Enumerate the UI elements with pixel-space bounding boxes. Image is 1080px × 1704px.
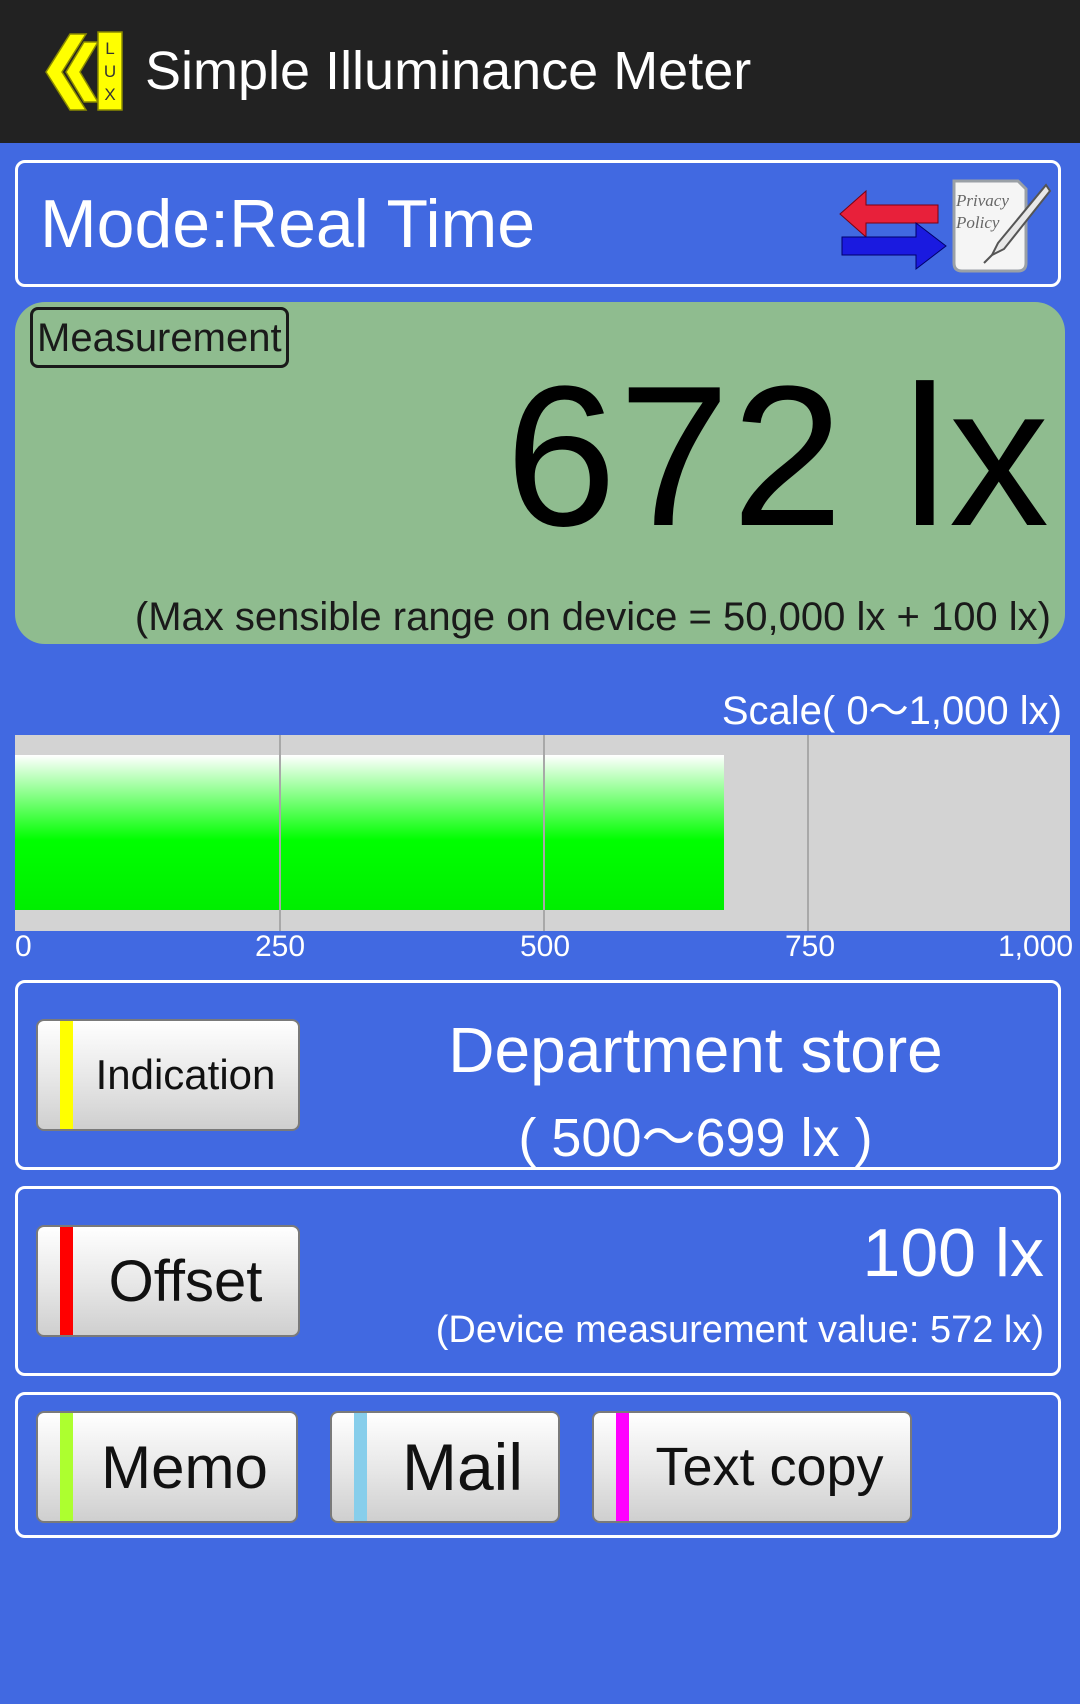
indication-category-range: ( 500〜699 lx )	[518, 1108, 873, 1168]
logo-letter-x: X	[104, 85, 115, 104]
logo-letter-l: L	[105, 39, 114, 58]
scale-tick-0: 0	[15, 930, 32, 963]
device-measurement-value: (Device measurement value: 572 lx)	[435, 1309, 1044, 1351]
indication-category: Department store	[448, 1014, 943, 1086]
mail-button-label: Mail	[401, 1430, 523, 1504]
mode-label: Mode:Real Time	[40, 186, 536, 262]
app-bar: L U X Simple Illuminance Meter	[0, 0, 1080, 143]
scale-gridline	[543, 735, 545, 931]
indication-button[interactable]: Indication	[36, 1019, 300, 1131]
scale-title: Scale( 0〜1,000 lx)	[721, 689, 1062, 733]
memo-stripe	[60, 1413, 73, 1521]
actions-panel: Memo Mail Text copy	[15, 1392, 1061, 1538]
text-copy-button[interactable]: Text copy	[592, 1411, 912, 1523]
scale-bar-track	[15, 735, 1070, 931]
offset-button[interactable]: Offset	[36, 1225, 300, 1337]
swap-arrows-icon[interactable]	[838, 183, 953, 273]
memo-button[interactable]: Memo	[36, 1411, 298, 1523]
privacy-text-line1: Privacy	[955, 191, 1009, 210]
indication-panel: Indication Department store ( 500〜699 lx…	[15, 980, 1061, 1170]
offset-stripe	[60, 1227, 73, 1335]
scale-gridline	[807, 735, 809, 931]
scale-tick-1000: 1,000	[998, 930, 1074, 963]
app-title: Simple Illuminance Meter	[145, 41, 752, 101]
indication-stripe	[60, 1021, 73, 1129]
logo-letter-u: U	[104, 62, 116, 81]
text-copy-stripe	[616, 1413, 629, 1521]
memo-button-label: Memo	[101, 1433, 268, 1501]
scale-tick-750: 750	[785, 930, 836, 963]
measurement-panel: Measurement 672 lx (Max sensible range o…	[15, 302, 1065, 644]
scale-tick-500: 500	[520, 930, 571, 963]
offset-value: 100 lx	[862, 1215, 1044, 1291]
mail-stripe	[354, 1413, 367, 1521]
mail-button[interactable]: Mail	[330, 1411, 560, 1523]
lux-logo-icon: L U X	[45, 31, 123, 111]
privacy-text-line2: Policy	[955, 213, 1000, 232]
max-range-note: (Max sensible range on device = 50,000 l…	[134, 595, 1051, 639]
measurement-value: 672 lx	[505, 345, 1051, 568]
measurement-label: Measurement	[30, 307, 289, 368]
scale-bar-fill	[15, 755, 724, 910]
text-copy-button-label: Text copy	[655, 1437, 884, 1497]
scale-gridline	[279, 735, 281, 931]
offset-panel: Offset 100 lx (Device measurement value:…	[15, 1186, 1061, 1376]
mode-panel: Mode:Real Time Privacy Policy	[15, 160, 1061, 287]
scale-tick-250: 250	[255, 930, 306, 963]
indication-button-label: Indication	[95, 1051, 276, 1098]
privacy-policy-icon[interactable]: Privacy Policy	[946, 173, 1054, 278]
offset-button-label: Offset	[108, 1248, 263, 1314]
